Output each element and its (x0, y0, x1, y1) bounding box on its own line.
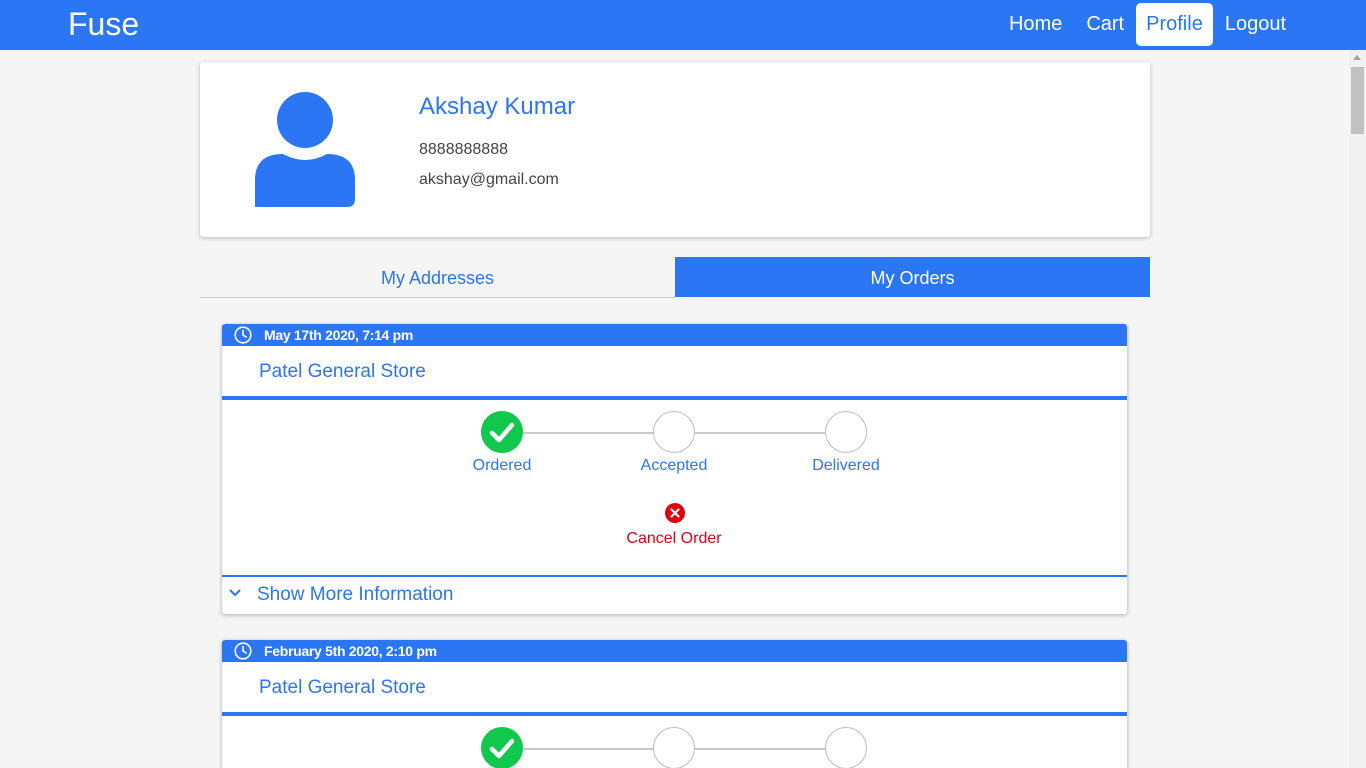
clock-icon (234, 642, 252, 660)
step-accepted-status (653, 411, 695, 453)
profile-tabs: My Addresses My Orders (200, 257, 1150, 298)
profile-email: akshay@gmail.com (419, 171, 559, 188)
divider (222, 396, 1127, 400)
nav-home-link[interactable]: Home (997, 3, 1074, 46)
page-scrollbar[interactable] (1349, 50, 1366, 768)
cancel-order-icon[interactable] (665, 503, 685, 523)
order-card: February 5th 2020, 2:10 pm Patel General… (222, 640, 1127, 768)
nav-links: Home Cart Profile Logout (997, 3, 1298, 46)
step-delivered-label: Delivered (812, 457, 880, 474)
order-date: May 17th 2020, 7:14 pm (264, 327, 414, 343)
step-delivered-status (825, 411, 867, 453)
step-delivered-status (825, 727, 867, 768)
chevron-down-icon (229, 589, 241, 596)
clock-icon (234, 326, 252, 344)
tracker-line (523, 432, 653, 434)
show-more-information-toggle[interactable]: Show More Information (222, 577, 1127, 613)
profile-card: Akshay Kumar 8888888888 akshay@gmail.com (200, 62, 1150, 237)
scrollbar-thumb[interactable] (1351, 67, 1364, 134)
close-icon (670, 508, 680, 518)
nav-logout-link[interactable]: Logout (1213, 3, 1298, 46)
order-date: February 5th 2020, 2:10 pm (264, 643, 437, 659)
brand-logo[interactable]: Fuse (68, 6, 139, 43)
cancel-order-button[interactable]: Cancel Order (614, 530, 734, 548)
checkmark-icon (489, 422, 515, 443)
step-ordered-status (481, 727, 523, 768)
step-ordered-label: Ordered (472, 457, 532, 474)
checkmark-icon (489, 738, 515, 759)
tracker-line (523, 748, 653, 750)
navbar: Fuse Home Cart Profile Logout (0, 0, 1366, 50)
order-store-name[interactable]: Patel General Store (259, 361, 426, 383)
nav-cart-link[interactable]: Cart (1074, 3, 1136, 46)
tab-my-addresses[interactable]: My Addresses (200, 257, 675, 298)
step-accepted-status (653, 727, 695, 768)
scroll-up-arrow-icon[interactable] (1353, 55, 1361, 60)
step-ordered-status (481, 411, 523, 453)
step-accepted-label: Accepted (640, 457, 708, 474)
order-store-name[interactable]: Patel General Store (259, 677, 426, 699)
order-header: May 17th 2020, 7:14 pm (222, 324, 1127, 346)
tracker-line (695, 432, 825, 434)
tab-my-orders[interactable]: My Orders (675, 257, 1150, 297)
order-card: May 17th 2020, 7:14 pm Patel General Sto… (222, 324, 1127, 614)
profile-phone: 8888888888 (419, 141, 508, 158)
show-more-information-label: Show More Information (257, 584, 454, 605)
user-avatar-icon (255, 92, 355, 207)
tracker-line (695, 748, 825, 750)
nav-profile-link[interactable]: Profile (1136, 3, 1213, 46)
profile-name: Akshay Kumar (419, 93, 576, 120)
order-header: February 5th 2020, 2:10 pm (222, 640, 1127, 662)
divider (222, 712, 1127, 716)
